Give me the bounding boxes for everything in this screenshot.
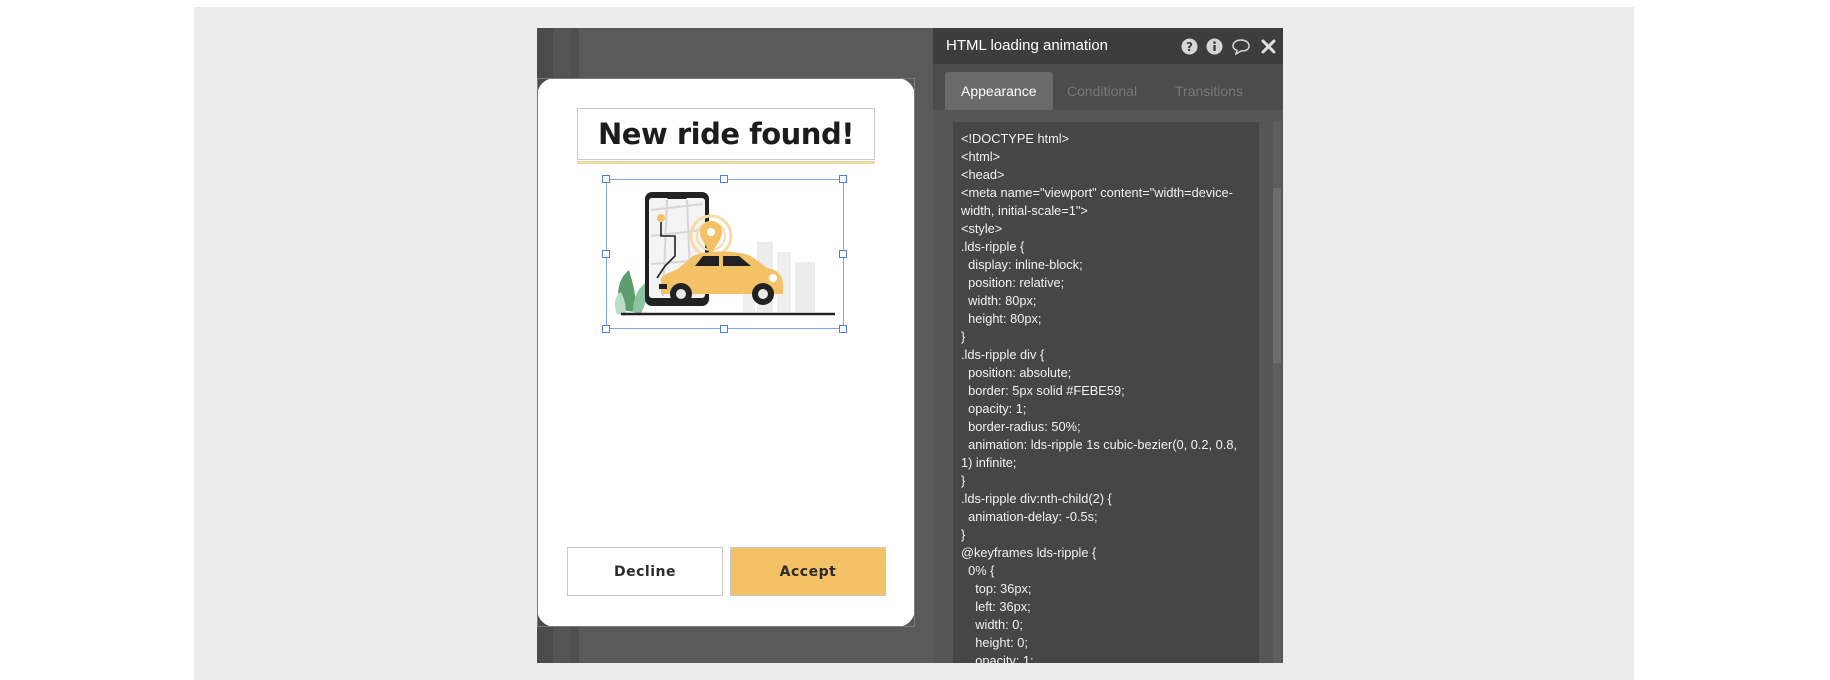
resize-handle[interactable] bbox=[602, 175, 610, 183]
code-line: position: relative; bbox=[961, 275, 1065, 290]
resize-handle[interactable] bbox=[602, 325, 610, 333]
code-line: opacity: 1; bbox=[961, 653, 1034, 663]
help-icon[interactable]: ? bbox=[1180, 37, 1198, 55]
code-line: } bbox=[961, 473, 966, 488]
resize-handle[interactable] bbox=[839, 250, 847, 258]
code-line: .lds-ripple { bbox=[961, 239, 1025, 254]
html-code-editor[interactable]: <!DOCTYPE html> <html> <head> <meta name… bbox=[953, 122, 1259, 663]
code-line: <html> bbox=[961, 149, 1001, 164]
code-line: <meta name="viewport" content="width=dev… bbox=[961, 185, 1233, 218]
code-line: height: 0; bbox=[961, 635, 1028, 650]
panel-tabs: Appearance Conditional Transitions bbox=[933, 64, 1283, 110]
accept-button[interactable]: Accept bbox=[730, 547, 886, 596]
panel-title: HTML loading animation bbox=[946, 37, 1109, 54]
ride-popup[interactable]: New ride found! Decline Accept bbox=[537, 78, 915, 627]
code-line: <head> bbox=[961, 167, 1005, 182]
code-line: position: absolute; bbox=[961, 365, 1072, 380]
close-icon[interactable] bbox=[1259, 37, 1277, 55]
illustration-image[interactable] bbox=[606, 179, 844, 329]
code-line: display: inline-block; bbox=[961, 257, 1083, 272]
code-line: border-radius: 50%; bbox=[961, 419, 1081, 434]
property-editor-panel[interactable]: HTML loading animation ? Appearance Cond… bbox=[933, 28, 1283, 663]
tab-appearance[interactable]: Appearance bbox=[945, 72, 1053, 110]
code-line: width: 80px; bbox=[961, 293, 1037, 308]
code-line: height: 80px; bbox=[961, 311, 1042, 326]
code-line: } bbox=[961, 527, 966, 542]
code-line: @keyframes lds-ripple { bbox=[961, 545, 1097, 560]
code-line: 0% { bbox=[961, 563, 995, 578]
resize-handle[interactable] bbox=[720, 175, 728, 183]
resize-handle[interactable] bbox=[839, 325, 847, 333]
code-line: animation-delay: -0.5s; bbox=[961, 509, 1098, 524]
tab-conditional[interactable]: Conditional bbox=[1051, 72, 1153, 110]
code-line: width: 0; bbox=[961, 617, 1023, 632]
code-line: animation: lds-ripple 1s cubic-bezier(0,… bbox=[961, 437, 1241, 470]
code-line: top: 36px; bbox=[961, 581, 1032, 596]
code-line: } bbox=[961, 329, 966, 344]
code-line: <style> bbox=[961, 221, 1003, 236]
comment-icon[interactable] bbox=[1231, 37, 1251, 55]
panel-header[interactable]: HTML loading animation ? bbox=[933, 28, 1283, 64]
code-line: .lds-ripple div { bbox=[961, 347, 1045, 362]
code-line: left: 36px; bbox=[961, 599, 1031, 614]
title-element[interactable]: New ride found! bbox=[577, 108, 875, 164]
popup-title: New ride found! bbox=[598, 117, 854, 151]
svg-text:?: ? bbox=[1186, 40, 1193, 54]
code-line: opacity: 1; bbox=[961, 401, 1027, 416]
scrollbar-thumb[interactable] bbox=[1273, 188, 1281, 363]
decline-button[interactable]: Decline bbox=[567, 547, 723, 596]
resize-handle[interactable] bbox=[839, 175, 847, 183]
code-line: border: 5px solid #FEBE59; bbox=[961, 383, 1125, 398]
tab-transitions[interactable]: Transitions bbox=[1159, 72, 1259, 110]
code-line: .lds-ripple div:nth-child(2) { bbox=[961, 491, 1112, 506]
info-icon[interactable] bbox=[1205, 37, 1223, 55]
code-line: <!DOCTYPE html> bbox=[961, 131, 1070, 146]
taxi-illustration bbox=[614, 192, 835, 316]
resize-handle[interactable] bbox=[720, 325, 728, 333]
resize-handle[interactable] bbox=[602, 250, 610, 258]
